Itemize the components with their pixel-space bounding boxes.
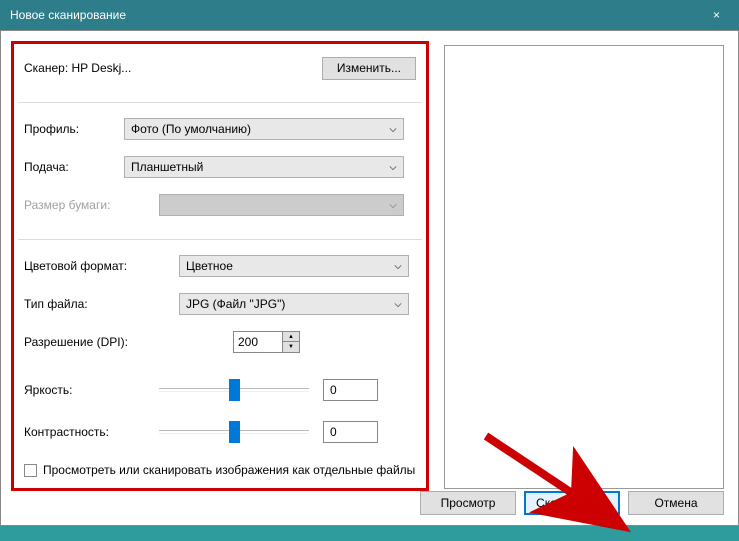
color-label: Цветовой формат: bbox=[24, 259, 159, 273]
window-title: Новое сканирование bbox=[10, 8, 126, 22]
paper-select bbox=[159, 194, 404, 216]
separator bbox=[18, 239, 422, 240]
contrast-row: Контрастность: 0 bbox=[24, 420, 416, 444]
chevron-down-icon bbox=[389, 161, 397, 175]
brightness-label: Яркость: bbox=[24, 383, 159, 397]
preview-checkbox[interactable] bbox=[24, 464, 37, 477]
settings-panel: Сканер: HP Deskj... Изменить... Профиль:… bbox=[11, 41, 429, 491]
paper-row: Размер бумаги: bbox=[24, 193, 416, 217]
profile-select[interactable]: Фото (По умолчанию) bbox=[124, 118, 404, 140]
color-row: Цветовой формат: Цветное bbox=[24, 254, 416, 278]
brightness-value[interactable]: 0 bbox=[323, 379, 378, 401]
brightness-slider[interactable] bbox=[159, 388, 309, 392]
profile-label: Профиль: bbox=[24, 122, 124, 136]
source-label: Подача: bbox=[24, 160, 124, 174]
preview-button[interactable]: Просмотр bbox=[420, 491, 516, 515]
chevron-down-icon bbox=[389, 123, 397, 137]
cancel-button[interactable]: Отмена bbox=[628, 491, 724, 515]
paper-label: Размер бумаги: bbox=[24, 198, 159, 212]
preview-area bbox=[444, 45, 724, 489]
close-icon: × bbox=[713, 8, 720, 22]
title-bar: Новое сканирование × bbox=[0, 0, 739, 30]
brightness-row: Яркость: 0 bbox=[24, 378, 416, 402]
dpi-spinner[interactable]: ▲ ▼ bbox=[283, 331, 300, 353]
separator bbox=[18, 102, 422, 103]
filetype-select[interactable]: JPG (Файл "JPG") bbox=[179, 293, 409, 315]
scanner-label: Сканер: HP Deskj... bbox=[24, 61, 322, 75]
filetype-row: Тип файла: JPG (Файл "JPG") bbox=[24, 292, 416, 316]
slider-thumb[interactable] bbox=[229, 379, 240, 401]
spin-up-icon[interactable]: ▲ bbox=[283, 332, 299, 342]
source-row: Подача: Планшетный bbox=[24, 155, 416, 179]
preview-checkbox-label: Просмотреть или сканировать изображения … bbox=[43, 462, 415, 479]
scan-button[interactable]: Сканировать bbox=[524, 491, 620, 515]
dpi-row: Разрешение (DPI): 200 ▲ ▼ bbox=[24, 330, 416, 354]
chevron-down-icon bbox=[389, 199, 397, 213]
action-buttons: Просмотр Сканировать Отмена bbox=[420, 491, 724, 515]
filetype-label: Тип файла: bbox=[24, 297, 159, 311]
source-select[interactable]: Планшетный bbox=[124, 156, 404, 178]
dpi-input[interactable]: 200 bbox=[233, 331, 283, 353]
contrast-value[interactable]: 0 bbox=[323, 421, 378, 443]
spin-down-icon[interactable]: ▼ bbox=[283, 342, 299, 352]
profile-row: Профиль: Фото (По умолчанию) bbox=[24, 117, 416, 141]
chevron-down-icon bbox=[394, 298, 402, 312]
contrast-label: Контрастность: bbox=[24, 425, 159, 439]
dpi-label: Разрешение (DPI): bbox=[24, 335, 159, 349]
close-button[interactable]: × bbox=[694, 0, 739, 30]
change-scanner-button[interactable]: Изменить... bbox=[322, 57, 416, 80]
contrast-slider[interactable] bbox=[159, 430, 309, 434]
preview-checkbox-row: Просмотреть или сканировать изображения … bbox=[24, 462, 416, 479]
scanner-row: Сканер: HP Deskj... Изменить... bbox=[24, 56, 416, 80]
color-select[interactable]: Цветное bbox=[179, 255, 409, 277]
dialog-body: Сканер: HP Deskj... Изменить... Профиль:… bbox=[0, 30, 739, 526]
chevron-down-icon bbox=[394, 260, 402, 274]
slider-thumb[interactable] bbox=[229, 421, 240, 443]
